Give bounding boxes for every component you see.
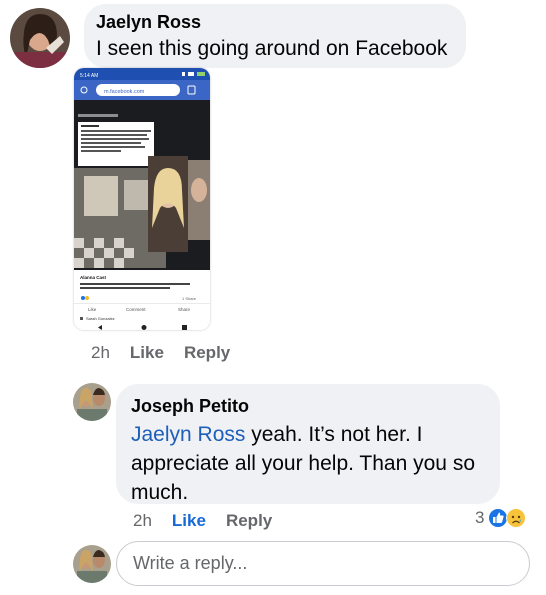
reply-author[interactable]: Joseph Petito (131, 396, 249, 417)
current-user-avatar[interactable] (73, 545, 111, 583)
reply-actions: 2h Like Reply (133, 511, 272, 531)
reply-like-button[interactable]: Like (172, 511, 206, 531)
post-share: Share (178, 307, 191, 312)
reply-composer[interactable] (116, 541, 530, 586)
share-count: 1 Share (182, 296, 197, 301)
screenshot-attachment[interactable]: 5:14 AM m.facebook.com Alanna Cast 1 Sha… (74, 68, 210, 330)
comment-author[interactable]: Jaelyn Ross (96, 12, 201, 33)
comment-time[interactable]: 2h (91, 343, 110, 363)
post-author: Alanna Cast (80, 275, 107, 280)
address-url: m.facebook.com (104, 89, 145, 95)
jaelyn-avatar[interactable] (10, 8, 70, 68)
post-comment: Comment (126, 307, 146, 312)
joseph-avatar[interactable] (73, 383, 111, 421)
comment-like-button[interactable]: Like (130, 343, 164, 363)
comment-author-mini: Sarah Gonzalez (86, 316, 115, 321)
like-reaction-icon (488, 508, 509, 528)
mention-link[interactable]: Jaelyn Ross (131, 423, 245, 446)
attachment-image: 5:14 AM m.facebook.com Alanna Cast 1 Sha… (74, 68, 210, 330)
comment-reply-button[interactable]: Reply (184, 343, 230, 363)
reply-reply-button[interactable]: Reply (226, 511, 272, 531)
reply-input[interactable] (117, 542, 529, 585)
reaction-count: 3 (475, 508, 485, 527)
sad-reaction-icon (506, 508, 527, 528)
comment-text: I seen this going around on Facebook (96, 37, 448, 60)
reply-time[interactable]: 2h (133, 511, 152, 531)
comment-actions: 2h Like Reply (91, 343, 230, 363)
reply-text: Jaelyn Ross yeah. It’s not her. I apprec… (131, 420, 491, 507)
status-time: 5:14 AM (80, 73, 98, 79)
post-like: Like (88, 307, 97, 312)
reply-reactions[interactable]: 3 (475, 508, 527, 528)
